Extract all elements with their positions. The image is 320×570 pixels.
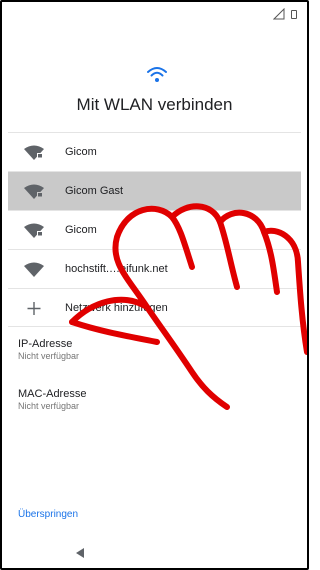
battery-icon — [291, 9, 297, 19]
network-item-gicom-2[interactable]: Gicom — [8, 210, 301, 249]
status-bar — [2, 2, 307, 28]
wifi-icon — [24, 262, 44, 277]
network-label: hochstift.…eifunk.net — [65, 263, 168, 275]
wifi-icon — [147, 67, 167, 82]
status-icons — [273, 8, 297, 20]
network-label: Gicom Gast — [65, 185, 124, 197]
wifi-lock-icon — [24, 223, 44, 238]
ip-address-block: IP-Adresse Nicht verfügbar — [18, 338, 79, 361]
wifi-lock-icon — [24, 145, 44, 160]
page-title: Mit WLAN verbinden — [76, 95, 233, 114]
network-list: Gicom Gicom Gast Gicom hochstift.…eifunk… — [8, 132, 301, 327]
add-network-button[interactable]: Netzwerk hinzufügen — [8, 288, 301, 327]
cellular-signal-icon — [273, 8, 285, 20]
network-item-gicom[interactable]: Gicom — [8, 132, 301, 171]
wifi-lock-icon — [24, 184, 44, 199]
network-item-hochstift[interactable]: hochstift.…eifunk.net — [8, 249, 301, 288]
skip-button[interactable]: Überspringen — [18, 509, 78, 520]
ip-address-title: IP-Adresse — [18, 338, 73, 350]
back-icon[interactable] — [74, 547, 86, 559]
network-label: Gicom — [65, 224, 97, 236]
mac-address-title: MAC-Adresse — [18, 388, 87, 400]
phone-screen: Mit WLAN verbinden Gicom Gicom Gast Gico… — [0, 0, 309, 570]
network-label: Gicom — [65, 146, 97, 158]
plus-icon — [27, 302, 41, 315]
mac-address-block: MAC-Adresse Nicht verfügbar — [18, 388, 86, 411]
ip-address-value: Nicht verfügbar — [18, 351, 80, 361]
network-item-gicom-gast[interactable]: Gicom Gast — [8, 171, 301, 210]
add-network-label: Netzwerk hinzufügen — [65, 301, 168, 314]
mac-address-value: Nicht verfügbar — [18, 401, 80, 411]
